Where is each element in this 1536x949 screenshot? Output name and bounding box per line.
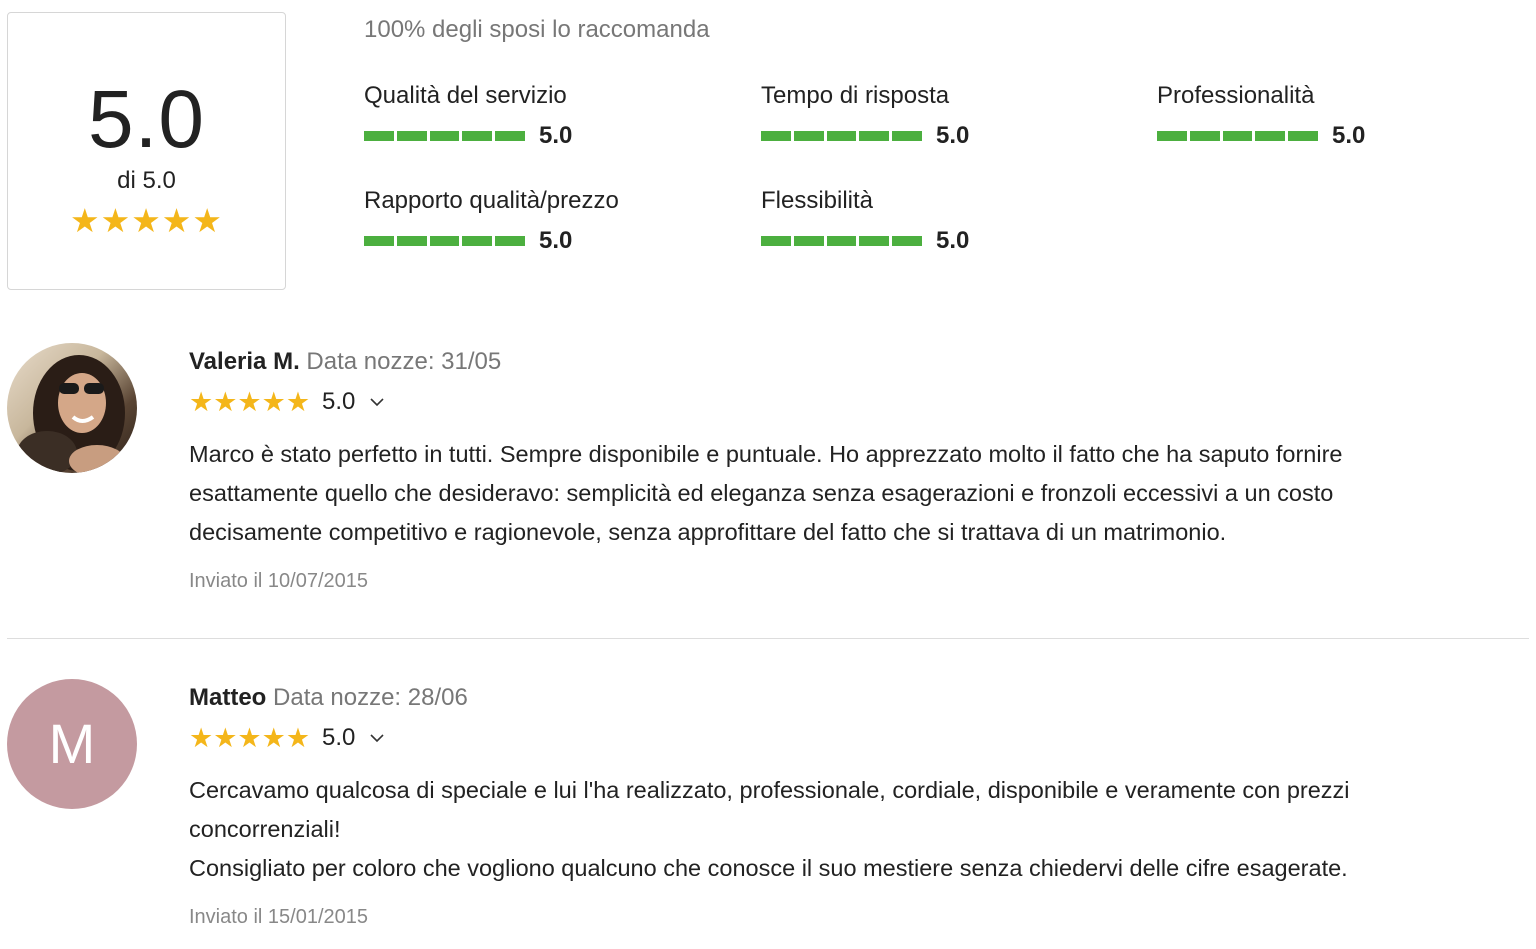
review-header: Matteo Data nozze: 28/06 xyxy=(189,682,468,714)
metric-value: 5.0 xyxy=(1332,122,1366,149)
avatar xyxy=(7,343,137,473)
review-text-line: Consigliato per coloro che vogliono qual… xyxy=(189,855,1348,881)
metric-response-time: Tempo di risposta 5.0 xyxy=(761,81,1121,151)
metric-label: Professionalità xyxy=(1157,82,1315,109)
metric-value-for-money: Rapporto qualità/prezzo 5.0 xyxy=(364,186,724,256)
chevron-down-icon[interactable] xyxy=(369,394,385,410)
metric-service-quality: Qualità del servizio 5.0 xyxy=(364,81,724,151)
review-text-line: esattamente quello che desideravo: sempl… xyxy=(189,480,1334,506)
metric-bar xyxy=(761,131,922,141)
metric-label: Rapporto qualità/prezzo xyxy=(364,187,619,214)
rating-stars-icon: ★★★★★ xyxy=(189,722,311,753)
review-text-line: Marco è stato perfetto in tutti. Sempre … xyxy=(189,441,1343,467)
review-text-line: Cercavamo qualcosa di speciale e lui l'h… xyxy=(189,777,1350,803)
rating-stars-icon: ★★★★★ xyxy=(189,386,311,417)
review-text-line: decisamente competitivo e ragionevole, s… xyxy=(189,519,1227,545)
metric-label: Tempo di risposta xyxy=(761,82,950,109)
wedding-date: Data nozze: 31/05 xyxy=(306,348,502,375)
metric-label: Flessibilità xyxy=(761,187,874,214)
metric-value: 5.0 xyxy=(539,227,573,254)
reviewer-name: Valeria M. xyxy=(189,348,300,375)
review-text: Marco è stato perfetto in tutti. Sempre … xyxy=(189,435,1489,552)
review-text: Cercavamo qualcosa di speciale e lui l'h… xyxy=(189,771,1489,888)
metric-bar xyxy=(761,236,922,246)
recommend-text: 100% degli sposi lo raccomanda xyxy=(364,16,710,43)
wedding-date: Data nozze: 28/06 xyxy=(273,684,468,711)
metric-label: Qualità del servizio xyxy=(364,82,567,109)
metric-flexibility: Flessibilità 5.0 xyxy=(761,186,1121,256)
review-header: Valeria M. Data nozze: 31/05 xyxy=(189,346,501,378)
review-divider xyxy=(7,638,1529,639)
metric-value: 5.0 xyxy=(936,227,970,254)
reviewer-name: Matteo xyxy=(189,684,267,711)
review-sent-date: Inviato il 15/01/2015 xyxy=(189,906,369,928)
metric-value: 5.0 xyxy=(539,122,573,149)
chevron-down-icon[interactable] xyxy=(369,730,385,746)
metric-bar xyxy=(1157,131,1318,141)
avatar: M xyxy=(7,679,137,809)
review-text-line: concorrenziali! xyxy=(189,816,341,842)
overall-score-card: 5.0 di 5.0 ★★★★★ xyxy=(7,12,286,290)
metric-professionalism: Professionalità 5.0 xyxy=(1157,81,1517,151)
review-sent-date: Inviato il 10/07/2015 xyxy=(189,570,369,592)
rating-score: 5.0 xyxy=(322,724,356,751)
metric-bar xyxy=(364,236,525,246)
overall-stars-icon: ★★★★★ xyxy=(70,202,223,239)
overall-score: 5.0 xyxy=(88,74,205,165)
reviewer-photo-icon xyxy=(17,355,125,473)
rating-score: 5.0 xyxy=(322,388,356,415)
review-rating: ★★★★★ 5.0 xyxy=(189,385,385,419)
review-rating: ★★★★★ 5.0 xyxy=(189,721,385,755)
metric-bar xyxy=(364,131,525,141)
metric-value: 5.0 xyxy=(936,122,970,149)
overall-score-max: di 5.0 xyxy=(117,167,176,194)
